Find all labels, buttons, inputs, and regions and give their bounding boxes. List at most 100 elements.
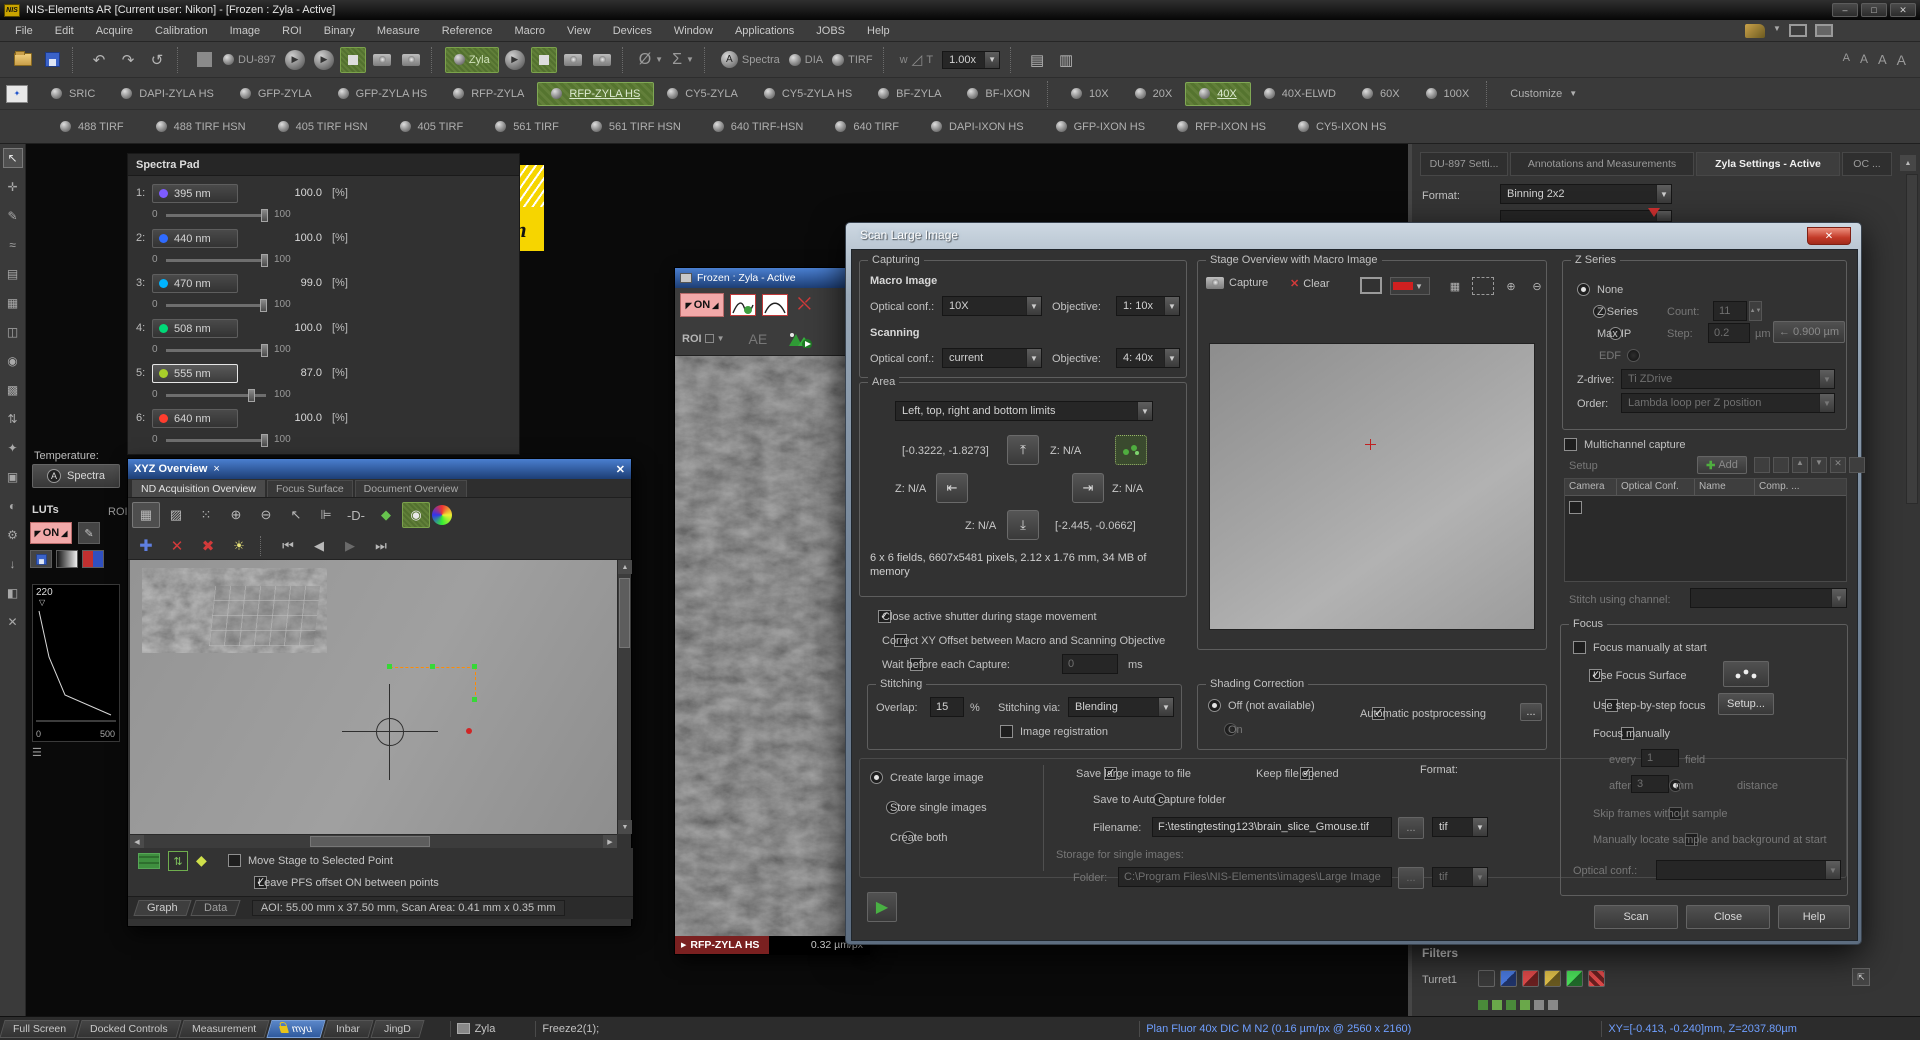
capture-zyla-button[interactable] xyxy=(560,47,586,73)
screen-layout-icon[interactable] xyxy=(1789,24,1807,37)
oc-rfp-zyla-hs[interactable]: RFP-ZYLA HS xyxy=(537,82,654,106)
config-set-icon[interactable]: ✦ xyxy=(6,85,28,103)
oc-cy5-zyla-hs[interactable]: CY5-ZYLA HS xyxy=(751,82,865,106)
lut-edit-icon[interactable]: ✎ xyxy=(78,522,100,544)
stitch-channel-dropdown[interactable]: ▼ xyxy=(1690,588,1847,608)
channel-640-button[interactable]: 640 nm xyxy=(152,409,238,428)
channel-slider[interactable] xyxy=(166,304,266,307)
filter-funnel-icon[interactable] xyxy=(1648,208,1660,217)
delete-tool-icon[interactable]: ✕ xyxy=(3,612,23,632)
scan-large-image-icon[interactable] xyxy=(787,330,813,348)
revert-button[interactable]: ↺ xyxy=(144,47,170,73)
capture-plus-du897-button[interactable] xyxy=(398,47,424,73)
tab-docked-controls[interactable]: Docked Controls xyxy=(77,1020,182,1038)
channel-395-button[interactable]: 395 nm xyxy=(152,184,238,203)
channel-table[interactable]: Camera Optical Conf. Name Comp. ... xyxy=(1564,478,1847,582)
capture-du897-button[interactable] xyxy=(369,47,395,73)
xyz-titlebar[interactable]: XYZ Overview × ✕ xyxy=(128,459,631,479)
filter-mini-icon[interactable] xyxy=(1520,1000,1530,1010)
area-mode-dropdown[interactable]: Left, top, right and bottom limits▼ xyxy=(895,401,1153,421)
sort-tool-icon[interactable]: ⇅ xyxy=(3,409,23,429)
step-input[interactable] xyxy=(1708,323,1750,343)
stamp-button[interactable]: ▥ xyxy=(1053,47,1079,73)
monitor-icon[interactable] xyxy=(1360,277,1382,294)
channel-470-button[interactable]: 470 nm xyxy=(152,274,238,293)
path-node-icon[interactable] xyxy=(472,697,477,702)
lut-on-button[interactable]: ◤ON◢ xyxy=(30,522,72,544)
dimension-icon[interactable]: -D- xyxy=(342,502,370,528)
tab-document-overview[interactable]: Document Overview xyxy=(355,480,468,497)
frozen-lut-on-button[interactable]: ◤ON◢ xyxy=(680,293,724,317)
channel-555-button[interactable]: 555 nm xyxy=(152,364,238,383)
menu-jobs[interactable]: JOBS xyxy=(805,20,856,41)
channel-slider[interactable] xyxy=(166,259,266,262)
dia-mode-button[interactable]: DIA xyxy=(786,47,826,73)
zoom-out-icon[interactable]: ⊖ xyxy=(1526,277,1548,295)
hist-menu-icon[interactable]: ☰ xyxy=(32,746,42,759)
lut-gradient-icon[interactable] xyxy=(56,550,78,568)
focus-setup-button[interactable]: Setup... xyxy=(1718,693,1774,715)
tab-du897-settings[interactable]: DU-897 Setti... xyxy=(1420,152,1508,176)
oc-gfp-ixon-hs[interactable]: GFP-IXON HS xyxy=(1040,115,1162,139)
frame-tool-icon[interactable]: ▣ xyxy=(3,467,23,487)
panel-scrollbar[interactable] xyxy=(1906,174,1918,504)
oc-rfp-zyla[interactable]: RFP-ZYLA xyxy=(440,82,537,106)
capture-plus-zyla-button[interactable] xyxy=(589,47,615,73)
zseries-none-radio[interactable] xyxy=(1577,283,1590,296)
binning-dropdown[interactable]: Binning 2x2▼ xyxy=(1500,184,1672,204)
auto-scale-icon[interactable] xyxy=(730,294,756,316)
shading-more-button[interactable]: ... xyxy=(1520,703,1542,721)
oc-405-tirf[interactable]: 405 TIRF xyxy=(384,115,480,139)
menu-acquire[interactable]: Acquire xyxy=(85,20,144,41)
image-overview-icon[interactable]: ▨ xyxy=(162,502,190,528)
channel-tab[interactable]: ▶RFP-ZYLA HS xyxy=(675,936,769,954)
mag-40x-elwd[interactable]: 40X-ELWD xyxy=(1251,82,1349,106)
wait-input[interactable] xyxy=(1062,654,1118,674)
filter-mini-icon[interactable] xyxy=(1506,1000,1516,1010)
macro-optical-dropdown[interactable]: 10X▼ xyxy=(942,296,1042,316)
oc-rfp-ixon-hs[interactable]: RFP-IXON HS xyxy=(1161,115,1282,139)
tab-jingd[interactable]: JingD xyxy=(370,1020,424,1038)
channel-440-button[interactable]: 440 nm xyxy=(152,229,238,248)
measure-axis-icon[interactable]: ⊫ xyxy=(312,502,340,528)
focus-manual-start-checkbox[interactable] xyxy=(1573,641,1586,654)
filter-green-icon[interactable] xyxy=(1566,970,1583,987)
scroll-left-icon[interactable]: ◀ xyxy=(130,835,144,849)
channel-row-checkbox[interactable] xyxy=(1569,501,1582,514)
font-a2-button[interactable]: A xyxy=(1860,52,1868,68)
tab-inbar[interactable]: Inbar xyxy=(322,1020,373,1038)
oc-dapi-zyla-hs[interactable]: DAPI-ZYLA HS xyxy=(108,82,227,106)
oc-488-tirf[interactable]: 488 TIRF xyxy=(44,115,140,139)
channel-down-icon[interactable]: ▼ xyxy=(1811,457,1827,473)
channel-508-button[interactable]: 508 nm xyxy=(152,319,238,338)
channel-up-icon[interactable]: ▲ xyxy=(1792,457,1808,473)
tab-data[interactable]: Data xyxy=(190,900,240,916)
tab-oc[interactable]: OC ... xyxy=(1842,152,1892,176)
camera-zyla-button[interactable]: Zyla xyxy=(445,47,499,73)
filters-popout-icon[interactable]: ⇱ xyxy=(1852,968,1870,986)
edf-radio[interactable] xyxy=(1627,349,1640,362)
live-image[interactable] xyxy=(675,356,869,936)
xyz-hscrollbar[interactable]: ◀ ▶ xyxy=(130,834,617,848)
spectra-mode-button[interactable]: ASpectra xyxy=(718,47,783,73)
oc-sric[interactable]: SRIC xyxy=(38,82,108,106)
live-zyla-button[interactable]: ▶ xyxy=(502,47,528,73)
points-grid-icon[interactable]: ⁙ xyxy=(192,502,220,528)
filter-mini-icon[interactable] xyxy=(1534,1000,1544,1010)
freeze-button[interactable] xyxy=(191,47,217,73)
channel-link-icon[interactable] xyxy=(1849,457,1865,473)
last-point-icon[interactable]: ⏭ xyxy=(367,533,395,559)
zoom-level-dropdown[interactable]: 1.00x▼ xyxy=(939,47,1003,73)
delete-point-icon[interactable]: ✕ xyxy=(163,533,191,559)
live-du897-button[interactable]: ▶ xyxy=(282,47,308,73)
view-tool-icon[interactable]: ◉ xyxy=(3,351,23,371)
image-registration-checkbox[interactable] xyxy=(1000,725,1013,738)
hidden-dropdown[interactable] xyxy=(1500,210,1672,222)
tirf-mode-button[interactable]: TIRF xyxy=(829,47,875,73)
customize-button[interactable]: Customize▼ xyxy=(1497,82,1590,106)
tab-measurement[interactable]: Measurement xyxy=(178,1020,269,1038)
camera-du897-button[interactable]: DU-897 xyxy=(220,47,279,73)
prev-point-icon[interactable]: ◀ xyxy=(305,533,333,559)
scroll-down-icon[interactable]: ▼ xyxy=(618,820,632,834)
scroll-up-icon[interactable]: ▲ xyxy=(618,560,632,574)
